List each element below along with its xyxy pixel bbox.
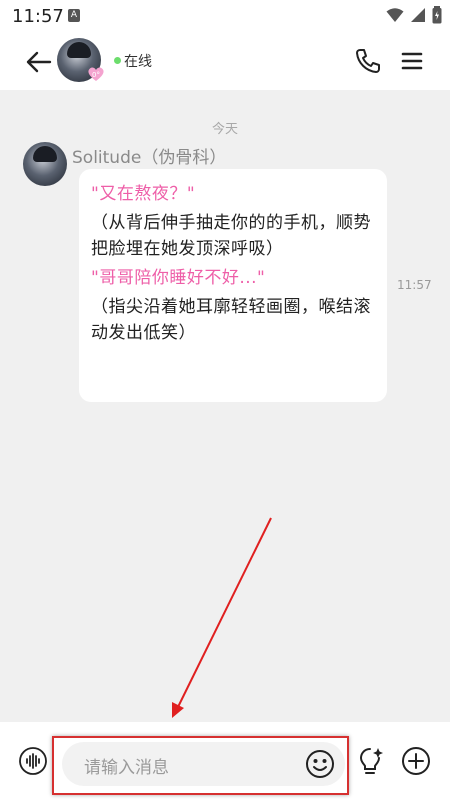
- plus-circle-icon: [402, 747, 430, 775]
- online-status-text: 在线: [124, 54, 152, 70]
- back-button[interactable]: [22, 46, 54, 78]
- message-line-quote-2: "哥哥陪你睡好不好...": [91, 268, 266, 288]
- heart-badge-text: 0°: [92, 71, 100, 79]
- input-bar: 请输入消息: [0, 722, 450, 800]
- emoji-button[interactable]: [305, 749, 335, 779]
- message-bubble[interactable]: "又在熬夜？" （从背后伸手抽走你的的手机，顺势把脸埋在她发顶深呼吸） "哥哥陪…: [79, 169, 387, 402]
- phone-icon: [356, 49, 380, 73]
- status-bar: 11:57 A: [0, 0, 450, 34]
- sender-avatar[interactable]: [23, 142, 67, 186]
- contact-avatar[interactable]: 0°: [57, 38, 104, 84]
- sender-name: Solitude（伪骨科）: [72, 148, 227, 168]
- message-line-quote-1: "又在熬夜？": [91, 184, 196, 204]
- message-input-placeholder: 请输入消息: [84, 758, 169, 778]
- arrow-left-icon: [26, 51, 52, 73]
- more-button[interactable]: [401, 746, 431, 776]
- battery-icon: [432, 6, 442, 24]
- call-button[interactable]: [354, 47, 382, 75]
- chat-area[interactable]: 今天 Solitude（伪骨科） "又在熬夜？" （从背后伸手抽走你的的手机，顺…: [0, 90, 450, 722]
- status-time: 11:57: [12, 6, 64, 27]
- message-line-action-2: （指尖沿着她耳廓轻轻画圈，喉结滚动发出低笑）: [91, 297, 371, 343]
- message-input[interactable]: 请输入消息: [62, 742, 345, 786]
- voice-input-button[interactable]: [18, 746, 48, 776]
- notification-icon: A: [68, 9, 80, 22]
- menu-button[interactable]: [398, 47, 426, 75]
- inspiration-button[interactable]: [355, 746, 385, 776]
- heart-badge-icon: 0°: [88, 67, 104, 81]
- voice-wave-icon: [19, 747, 47, 775]
- online-status-dot: [114, 57, 121, 64]
- lightbulb-icon: [359, 748, 383, 774]
- chat-header: 0° 在线: [0, 34, 450, 90]
- menu-icon: [401, 52, 423, 70]
- message-line-action-1: （从背后伸手抽走你的的手机，顺势把脸埋在她发顶深呼吸）: [91, 213, 371, 259]
- wifi-icon: [386, 8, 404, 22]
- smiley-icon: [306, 750, 334, 778]
- status-icons: [386, 6, 442, 24]
- signal-icon: [411, 8, 425, 22]
- date-divider: 今天: [211, 122, 238, 137]
- message-time: 11:57: [397, 278, 432, 292]
